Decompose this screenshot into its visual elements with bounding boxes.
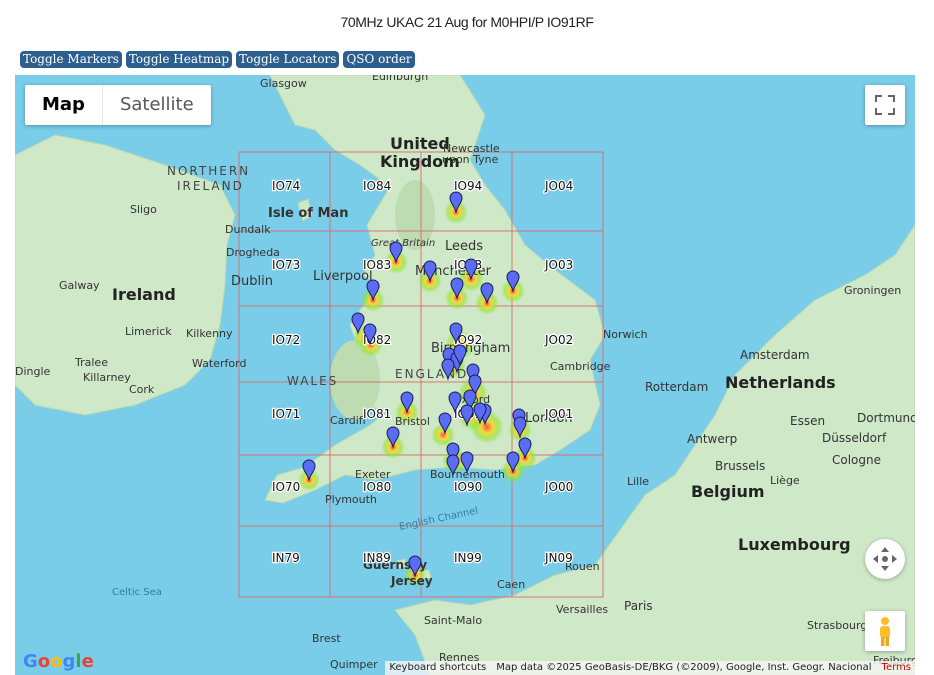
region-ireland: IRELAND [177, 179, 244, 193]
pegman-button[interactable] [865, 611, 905, 651]
place-lille: Lille [627, 475, 649, 488]
camera-control-button[interactable] [865, 539, 905, 579]
place-strasbourg: Strasbourg [807, 619, 867, 632]
country-uk-1: United [390, 134, 450, 153]
place-cambridge: Cambridge [550, 360, 611, 373]
logo-letter: e [81, 651, 94, 672]
region-wales: WALES [287, 374, 338, 388]
locator-io72: IO72 [272, 333, 300, 347]
locator-io94: IO94 [454, 179, 482, 193]
place-glasgow: Glasgow [260, 77, 307, 90]
place-dublin: Dublin [231, 274, 273, 289]
place-upon-tyne: upon Tyne [442, 153, 499, 166]
keyboard-shortcuts-link[interactable]: Keyboard shortcuts [389, 661, 486, 675]
logo-letter: o [50, 651, 63, 672]
locator-io70: IO70 [272, 480, 300, 494]
locator-io74: IO74 [272, 179, 300, 193]
place-plymouth: Plymouth [325, 493, 377, 506]
place-jersey: Jersey [390, 574, 433, 588]
place-leeds: Leeds [445, 239, 483, 254]
toolbar: Toggle Markers Toggle Heatmap Toggle Loc… [20, 51, 415, 68]
map-type-map[interactable]: Map [25, 85, 103, 125]
locator-jo04: JO04 [544, 179, 573, 193]
place-isle-of-man: Isle of Man [268, 206, 348, 221]
sea-celtic: Celtic Sea [112, 587, 162, 598]
place-waterford: Waterford [192, 357, 246, 370]
country-luxembourg: Luxembourg [738, 535, 851, 554]
map-canvas[interactable]: United Kingdom Ireland Netherlands Belgi… [15, 75, 915, 675]
country-belgium: Belgium [691, 482, 765, 501]
logo-letter: G [23, 651, 38, 672]
locator-io80: IO80 [363, 480, 391, 494]
map-data-text: Map data ©2025 GeoBasis-DE/BKG (©2009), … [496, 662, 872, 673]
place-dortmund: Dortmund [857, 411, 915, 425]
locator-io81: IO81 [363, 407, 391, 421]
place-dingle: Dingle [15, 365, 51, 378]
place-versailles: Versailles [556, 603, 608, 616]
place-caen: Caen [497, 578, 525, 591]
locator-io90: IO90 [454, 480, 482, 494]
place-cork: Cork [129, 383, 155, 396]
locator-jo01: JO01 [544, 407, 573, 421]
place-brussels: Brussels [715, 459, 765, 473]
place-bristol: Bristol [395, 415, 430, 428]
locator-io84: IO84 [363, 179, 391, 193]
place-edinburgh: Edinburgh [372, 75, 428, 83]
fullscreen-button[interactable] [865, 85, 905, 125]
locator-jo03: JO03 [544, 258, 573, 272]
google-logo[interactable]: Google [23, 651, 94, 672]
place-essen: Essen [790, 414, 825, 428]
place-quimper: Quimper [330, 658, 378, 671]
map-type-satellite[interactable]: Satellite [103, 85, 211, 125]
locator-io73: IO73 [272, 258, 300, 272]
country-ireland: Ireland [112, 285, 176, 304]
map-attribution: Keyboard shortcuts Map data ©2025 GeoBas… [385, 661, 915, 675]
qso-order-button[interactable]: QSO order [343, 51, 415, 68]
logo-letter: o [37, 651, 51, 672]
terms-link[interactable]: Terms [882, 661, 911, 675]
fullscreen-icon [875, 95, 895, 115]
locator-jo02: JO02 [544, 333, 573, 347]
locator-in99: IN99 [454, 551, 482, 565]
locator-in79: IN79 [272, 551, 300, 565]
toggle-heatmap-button[interactable]: Toggle Heatmap [125, 51, 233, 68]
place-liege: Liège [770, 474, 800, 487]
place-dusseldorf: Düsseldorf [822, 431, 887, 445]
locator-jn09: JN09 [544, 551, 573, 565]
region-northern: NORTHERN [167, 164, 250, 178]
place-amsterdam: Amsterdam [740, 348, 810, 362]
place-rotterdam: Rotterdam [645, 380, 708, 394]
place-dundalk: Dundalk [225, 223, 271, 236]
page-title: 70MHz UKAC 21 Aug for M0HPI/P IO91RF [340, 14, 594, 30]
place-galway: Galway [59, 279, 100, 292]
place-cologne: Cologne [832, 453, 881, 467]
logo-letter: g [62, 651, 76, 672]
map-graphic[interactable]: United Kingdom Ireland Netherlands Belgi… [15, 75, 915, 675]
locator-in89: IN89 [363, 551, 391, 565]
place-groningen: Groningen [844, 284, 901, 297]
place-tralee: Tralee [74, 356, 108, 369]
place-kilkenny: Kilkenny [186, 327, 233, 340]
sea-english-channel: English Channel [398, 505, 479, 532]
place-killarney: Killarney [83, 371, 131, 384]
pegman-icon [880, 617, 890, 646]
map-type-control: Map Satellite [25, 85, 211, 125]
place-norwich: Norwich [603, 328, 648, 341]
toggle-markers-button[interactable]: Toggle Markers [20, 51, 122, 68]
country-netherlands: Netherlands [725, 373, 836, 392]
toggle-locators-button[interactable]: Toggle Locators [236, 51, 340, 68]
place-limerick: Limerick [125, 325, 172, 338]
place-cardiff: Cardiff [330, 414, 367, 427]
locator-io83: IO83 [363, 258, 391, 272]
place-sligo: Sligo [130, 203, 157, 216]
camera-control-icon [873, 547, 897, 571]
locator-io71: IO71 [272, 407, 300, 421]
locator-jo00: JO00 [544, 480, 573, 494]
place-saint-malo: Saint-Malo [424, 614, 482, 627]
place-antwerp: Antwerp [687, 432, 737, 446]
place-great-britain: Great Britain [371, 238, 435, 249]
place-paris: Paris [624, 599, 653, 613]
place-brest: Brest [312, 632, 341, 645]
